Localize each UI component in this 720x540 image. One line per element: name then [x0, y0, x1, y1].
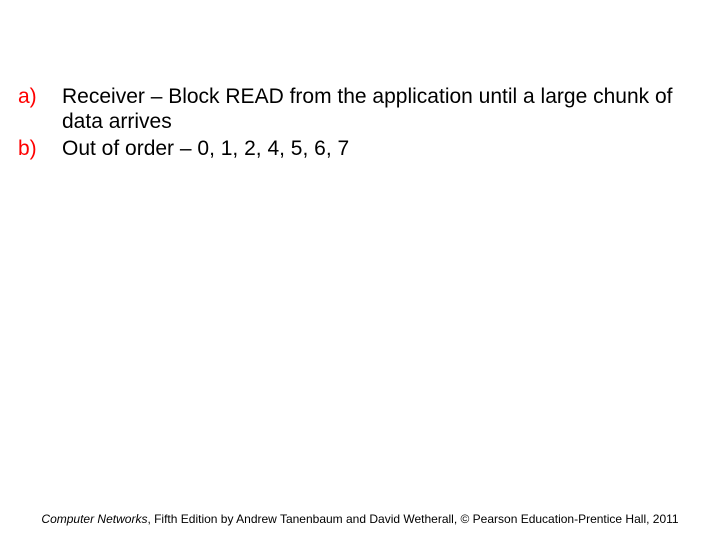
list-text-a: Receiver – Block READ from the applicati…	[62, 84, 690, 134]
list-item: b) Out of order – 0, 1, 2, 4, 5, 6, 7	[18, 136, 690, 161]
list-text-b: Out of order – 0, 1, 2, 4, 5, 6, 7	[62, 136, 349, 161]
body-content: a) Receiver – Block READ from the applic…	[18, 84, 690, 163]
list-marker-b: b)	[18, 136, 62, 161]
footer-book-title: Computer Networks	[41, 512, 147, 526]
slide: a) Receiver – Block READ from the applic…	[0, 0, 720, 540]
footer-citation: Computer Networks, Fifth Edition by Andr…	[0, 512, 720, 526]
list-item: a) Receiver – Block READ from the applic…	[18, 84, 690, 134]
list-marker-a: a)	[18, 84, 62, 109]
footer-rest: , Fifth Edition by Andrew Tanenbaum and …	[147, 512, 678, 526]
